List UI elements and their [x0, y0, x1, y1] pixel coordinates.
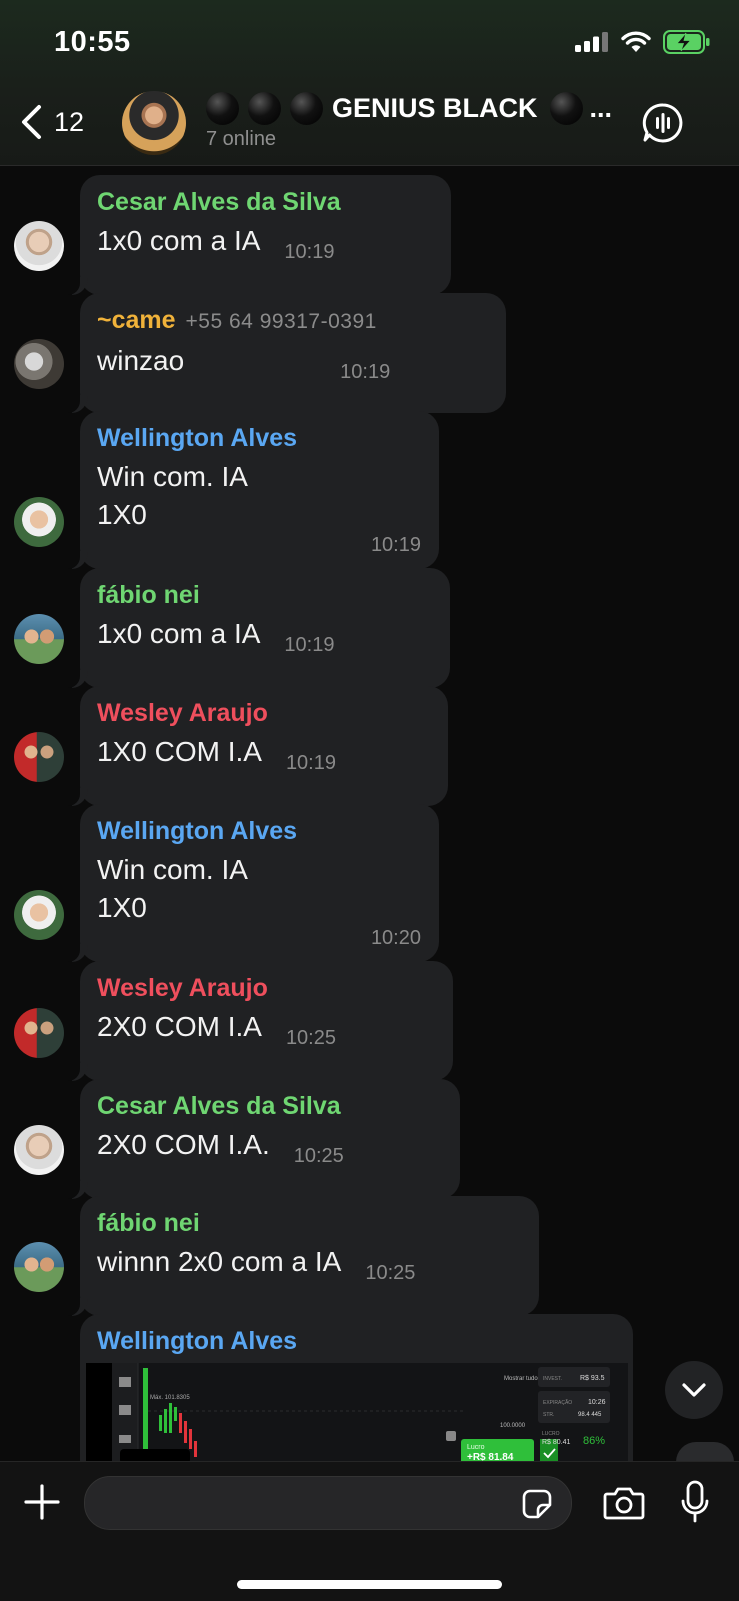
- avatar[interactable]: [14, 890, 64, 940]
- group-title-text: GENIUS BLACK: [332, 93, 538, 123]
- profit-percent: 86%: [583, 1435, 605, 1447]
- investment-label: INVEST.: [543, 1376, 562, 1382]
- expiry-value: 10:26: [588, 1399, 606, 1406]
- avatar[interactable]: [14, 1242, 64, 1292]
- sender-name[interactable]: fábio nei: [97, 1208, 521, 1238]
- price-level: 100.0000: [500, 1423, 526, 1429]
- max-label: Máx. 101.8305: [150, 1395, 190, 1401]
- strike-value: 98.4 445: [578, 1412, 602, 1418]
- sticker-icon[interactable]: [521, 1488, 553, 1520]
- message-time: 10:25: [365, 1262, 416, 1284]
- profit-label: LUCRO: [542, 1431, 560, 1437]
- chevron-down-icon: [682, 1383, 706, 1397]
- message-bubble[interactable]: Wesley Araujo 1X0 COM I.A 10:19: [60, 686, 448, 806]
- signal-icon: [575, 32, 608, 52]
- status-bar: 10:55: [0, 0, 739, 85]
- avatar[interactable]: [14, 614, 64, 664]
- message-bubble[interactable]: Cesar Alves da Silva 2X0 COM I.A. 10:25: [60, 1079, 460, 1199]
- battery-charging-icon: [663, 30, 710, 54]
- message-text: 1x0 com a IA: [97, 618, 261, 649]
- camera-icon[interactable]: [603, 1486, 645, 1520]
- home-indicator[interactable]: [237, 1580, 502, 1589]
- avatar[interactable]: [14, 339, 64, 389]
- avatar[interactable]: [14, 1125, 64, 1175]
- message-time: 10:19: [284, 634, 335, 656]
- message-text: 1x0 com a IA: [97, 225, 261, 256]
- sender-name[interactable]: Wellington Alves: [97, 816, 421, 846]
- scroll-to-bottom-button[interactable]: [665, 1361, 723, 1419]
- black-circle-icon: [206, 92, 239, 125]
- message-bubble[interactable]: fábio nei winnn 2x0 com a IA 10:25: [60, 1196, 539, 1316]
- trading-screenshot-image: Máx. 101.8305 Mostrar tudo 100.0000 Lucr…: [86, 1363, 610, 1464]
- show-all-link: Mostrar tudo: [504, 1376, 538, 1382]
- sender-name[interactable]: Wesley Araujo: [97, 973, 435, 1003]
- sender-phone: +55 64 99317-0391: [185, 310, 377, 333]
- sender-name[interactable]: Cesar Alves da Silva: [97, 1091, 442, 1121]
- message-text: winzao: [97, 345, 185, 376]
- message-bubble[interactable]: Wellington Alves Win com. IA 1X0 10:19: [60, 411, 439, 569]
- message-bubble[interactable]: Wesley Araujo 2X0 COM I.A 10:25: [60, 961, 453, 1081]
- avatar[interactable]: [14, 497, 64, 547]
- attach-plus-icon[interactable]: [24, 1484, 60, 1520]
- message-time: 10:19: [340, 361, 391, 383]
- message-bubble[interactable]: ~came +55 64 99317-0391 winzao 10:19: [60, 293, 506, 413]
- trading-screenshot[interactable]: Máx. 101.8305 Mostrar tudo 100.0000 Lucr…: [86, 1363, 628, 1464]
- microphone-icon[interactable]: [680, 1480, 710, 1524]
- gain-label: Lucro: [467, 1444, 485, 1451]
- chevron-left-icon: [22, 105, 41, 139]
- image-message[interactable]: Wellington Alves Máx. 101.8305 Mostrar t…: [80, 1314, 633, 1464]
- message-text: Win com. IA: [97, 461, 248, 492]
- voice-chat-button[interactable]: [642, 102, 684, 149]
- sender-name[interactable]: fábio nei: [97, 580, 432, 610]
- message-text: Win com. IA: [97, 854, 248, 885]
- message-bubble[interactable]: fábio nei 1x0 com a IA 10:19: [60, 568, 450, 688]
- message-bubble[interactable]: Cesar Alves da Silva 1x0 com a IA 10:19: [60, 175, 451, 295]
- strike-label: STR.: [543, 1412, 554, 1418]
- sender-name[interactable]: Cesar Alves da Silva: [97, 187, 433, 217]
- message-time: 10:20: [370, 927, 421, 949]
- message-time: 10:19: [285, 752, 336, 774]
- composer-bar: [0, 1461, 739, 1601]
- message-text: 2X0 COM I.A.: [97, 1129, 270, 1160]
- avatar[interactable]: [14, 1008, 64, 1058]
- black-circle-icon: [549, 92, 583, 125]
- group-avatar[interactable]: [122, 91, 186, 155]
- message-text: 1X0: [97, 499, 147, 530]
- sender-name[interactable]: Wellington Alves: [97, 1326, 297, 1356]
- sender-name[interactable]: Wesley Araujo: [97, 698, 430, 728]
- message-time: 10:25: [293, 1145, 344, 1167]
- unread-count: 12: [54, 106, 85, 137]
- status-icons: [575, 30, 711, 54]
- message-bubble[interactable]: Wellington Alves Win com. IA 1X0 10:20: [60, 804, 439, 962]
- share-button[interactable]: [676, 1442, 734, 1462]
- message-input[interactable]: [84, 1476, 572, 1530]
- wifi-icon: [621, 31, 651, 52]
- expiry-label: EXPIRAÇÃO: [543, 1399, 572, 1406]
- avatar[interactable]: [14, 221, 64, 271]
- message-text: 1X0: [97, 892, 147, 923]
- group-title[interactable]: GENIUS BLACK ...: [206, 92, 612, 125]
- black-circle-icon: [248, 92, 281, 125]
- message-text: 1X0 COM I.A: [97, 736, 262, 767]
- black-circle-icon: [290, 92, 323, 125]
- message-text: 2X0 COM I.A: [97, 1011, 262, 1042]
- sender-name[interactable]: ~came +55 64 99317-0391: [97, 305, 488, 337]
- message-time: 10:25: [285, 1027, 336, 1049]
- profit-value: R$ 80.41: [542, 1439, 571, 1446]
- title-ellipsis: ...: [589, 93, 613, 123]
- voice-chat-icon: [642, 103, 683, 143]
- message-time: 10:19: [284, 241, 335, 263]
- avatar[interactable]: [14, 732, 64, 782]
- status-time: 10:55: [54, 26, 131, 58]
- sender-name[interactable]: Wellington Alves: [97, 423, 421, 453]
- online-count: 7 online: [206, 128, 277, 150]
- back-button[interactable]: 12: [20, 104, 84, 140]
- message-time: 10:19: [370, 534, 421, 556]
- message-text: winnn 2x0 com a IA: [97, 1246, 342, 1277]
- investment-value: R$ 93.5: [580, 1375, 605, 1382]
- sender-handle: ~came: [97, 306, 176, 334]
